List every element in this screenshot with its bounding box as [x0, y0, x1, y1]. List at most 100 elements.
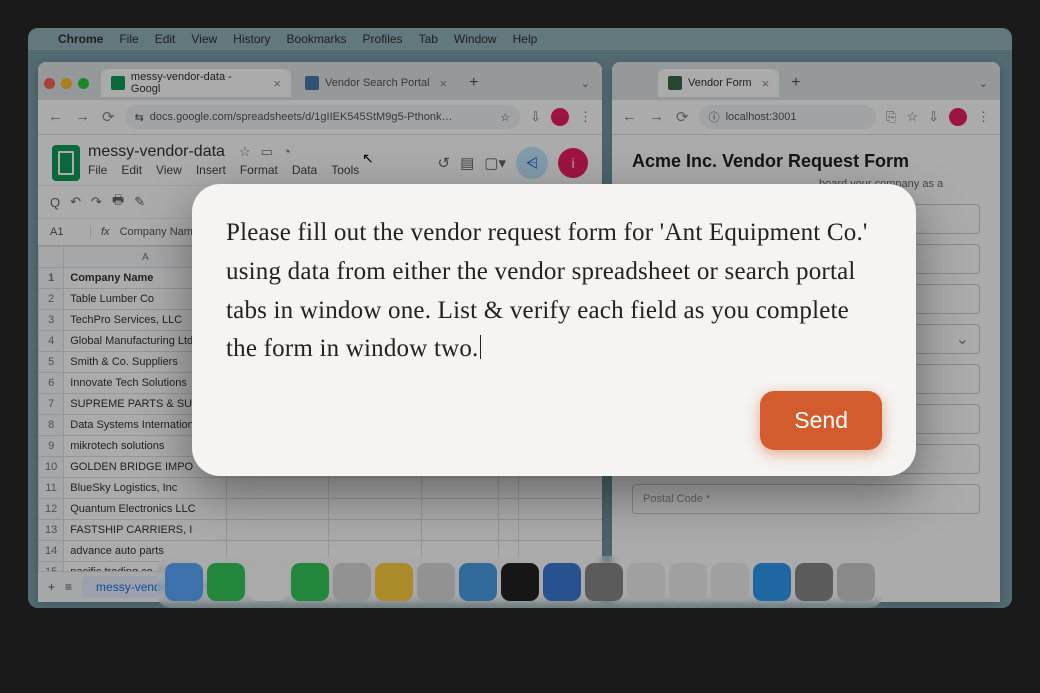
form-field-postal[interactable]: Postal Code *: [632, 484, 980, 514]
close-tab-icon[interactable]: ×: [762, 76, 770, 91]
print-icon[interactable]: 🖶: [112, 191, 124, 213]
profile-avatar[interactable]: [551, 108, 569, 126]
move-icon[interactable]: ▭: [261, 144, 273, 160]
dock-numbers-icon[interactable]: [711, 563, 749, 601]
share-button[interactable]: ⩤: [516, 147, 548, 179]
comment-icon[interactable]: ▤: [460, 154, 474, 172]
window-controls[interactable]: [44, 78, 89, 89]
star-icon[interactable]: ☆: [906, 109, 918, 125]
user-avatar[interactable]: i: [558, 148, 588, 178]
menu-view[interactable]: View: [191, 32, 217, 46]
dock-finder-icon[interactable]: [165, 563, 203, 601]
forward-icon[interactable]: →: [75, 108, 90, 126]
paint-icon[interactable]: ✎: [134, 194, 145, 210]
star-icon[interactable]: ☆: [239, 144, 251, 160]
sheets-menu-file[interactable]: File: [88, 163, 107, 177]
tab-vendor-form[interactable]: Vendor Form ×: [658, 69, 779, 97]
maximize-icon[interactable]: [78, 78, 89, 89]
reload-icon[interactable]: ⟳: [676, 108, 689, 126]
sheets-menu-format[interactable]: Format: [240, 163, 278, 177]
download-icon[interactable]: ⇩: [928, 109, 939, 125]
menu-bookmarks[interactable]: Bookmarks: [287, 32, 347, 46]
menubar-app[interactable]: Chrome: [58, 32, 103, 46]
menu-history[interactable]: History: [233, 32, 270, 46]
fx-icon: fx: [101, 226, 110, 238]
new-tab-button[interactable]: +: [783, 74, 808, 92]
star-icon[interactable]: ☆: [500, 111, 510, 124]
menus-icon[interactable]: Q: [50, 195, 60, 210]
dock-reminders-icon[interactable]: [417, 563, 455, 601]
name-box[interactable]: A1: [50, 226, 91, 238]
kebab-icon[interactable]: ⋮: [579, 109, 592, 125]
download-icon[interactable]: ⇩: [530, 109, 541, 125]
close-tab-icon[interactable]: ×: [273, 76, 281, 91]
dock-terminal-icon[interactable]: [501, 563, 539, 601]
sheets-icon: [111, 76, 125, 90]
dock-textedit-icon[interactable]: [627, 563, 665, 601]
menu-window[interactable]: Window: [454, 32, 497, 46]
new-tab-button[interactable]: +: [461, 74, 486, 92]
install-icon[interactable]: ⎘: [886, 109, 896, 125]
menu-edit[interactable]: Edit: [155, 32, 176, 46]
table-row[interactable]: 12Quantum Electronics LLC: [39, 499, 603, 520]
address-input[interactable]: ⓘ localhost:3001: [699, 105, 876, 129]
formula-bar[interactable]: Company Name: [120, 226, 199, 238]
dock-vscode-icon[interactable]: [543, 563, 581, 601]
sheets-menu-edit[interactable]: Edit: [121, 163, 142, 177]
dock-pages-icon[interactable]: [669, 563, 707, 601]
minimize-icon[interactable]: [61, 78, 72, 89]
dock-settings-icon[interactable]: [795, 563, 833, 601]
sheets-menu-tools[interactable]: Tools: [331, 163, 359, 177]
reload-icon[interactable]: ⟳: [102, 108, 115, 126]
back-icon[interactable]: ←: [48, 108, 63, 126]
tabs-menu-icon[interactable]: ⌄: [581, 77, 590, 90]
dock-trash-icon[interactable]: [837, 563, 875, 601]
menu-file[interactable]: File: [119, 32, 138, 46]
dock-safari-icon[interactable]: [459, 563, 497, 601]
redo-icon[interactable]: ↷: [91, 194, 102, 210]
url-text: docs.google.com/spreadsheets/d/1gIIEK545…: [150, 111, 453, 123]
dock-launchpad-icon[interactable]: [333, 563, 371, 601]
url-text: localhost:3001: [726, 111, 797, 123]
tabstrip: messy-vendor-data - Googl × Vendor Searc…: [38, 62, 602, 100]
tab-label: messy-vendor-data - Googl: [131, 71, 263, 95]
url-bar: ← → ⟳ ⓘ localhost:3001 ⎘ ☆ ⇩ ⋮: [612, 100, 1000, 135]
site-info-icon[interactable]: ⇆: [135, 111, 144, 124]
macos-menubar: Chrome File Edit View History Bookmarks …: [28, 28, 1012, 50]
tab-sheets[interactable]: messy-vendor-data - Googl ×: [101, 69, 291, 97]
menu-help[interactable]: Help: [513, 32, 538, 46]
sheets-menu-view[interactable]: View: [156, 163, 182, 177]
kebab-icon[interactable]: ⋮: [977, 109, 990, 125]
portal-icon: [305, 76, 319, 90]
menu-profiles[interactable]: Profiles: [363, 32, 403, 46]
dock-appstore-icon[interactable]: [753, 563, 791, 601]
undo-icon[interactable]: ↶: [70, 194, 81, 210]
profile-avatar[interactable]: [949, 108, 967, 126]
address-input[interactable]: ⇆ docs.google.com/spreadsheets/d/1gIIEK5…: [125, 105, 521, 129]
meet-icon[interactable]: ▢▾: [484, 154, 506, 172]
dock-messages-icon[interactable]: [207, 563, 245, 601]
table-row[interactable]: 11BlueSky Logistics, Inc: [39, 478, 603, 499]
form-icon: [668, 76, 682, 90]
menu-tab[interactable]: Tab: [419, 32, 438, 46]
doc-title[interactable]: messy-vendor-data: [88, 143, 225, 161]
dock-notes-icon[interactable]: [375, 563, 413, 601]
tab-portal[interactable]: Vendor Search Portal ×: [295, 69, 457, 97]
sheets-menu-insert[interactable]: Insert: [196, 163, 226, 177]
sheets-menu-data[interactable]: Data: [292, 163, 317, 177]
dock-preview-icon[interactable]: [585, 563, 623, 601]
tabs-menu-icon[interactable]: ⌄: [979, 77, 988, 90]
site-info-icon[interactable]: ⓘ: [709, 109, 720, 125]
send-button[interactable]: Send: [760, 391, 882, 450]
dock-facetime-icon[interactable]: [291, 563, 329, 601]
back-icon[interactable]: ←: [622, 108, 637, 126]
cloud-icon[interactable]: ◔: [283, 144, 291, 160]
table-row[interactable]: 13FASTSHIP CARRIERS, I: [39, 520, 603, 541]
forward-icon[interactable]: →: [649, 108, 664, 126]
tab-label: Vendor Form: [688, 77, 752, 89]
close-icon[interactable]: [44, 78, 55, 89]
sheets-logo-icon[interactable]: [52, 145, 80, 181]
dock-chrome-icon[interactable]: [249, 563, 287, 601]
close-tab-icon[interactable]: ×: [440, 76, 448, 91]
history-icon[interactable]: ↺: [438, 154, 451, 172]
